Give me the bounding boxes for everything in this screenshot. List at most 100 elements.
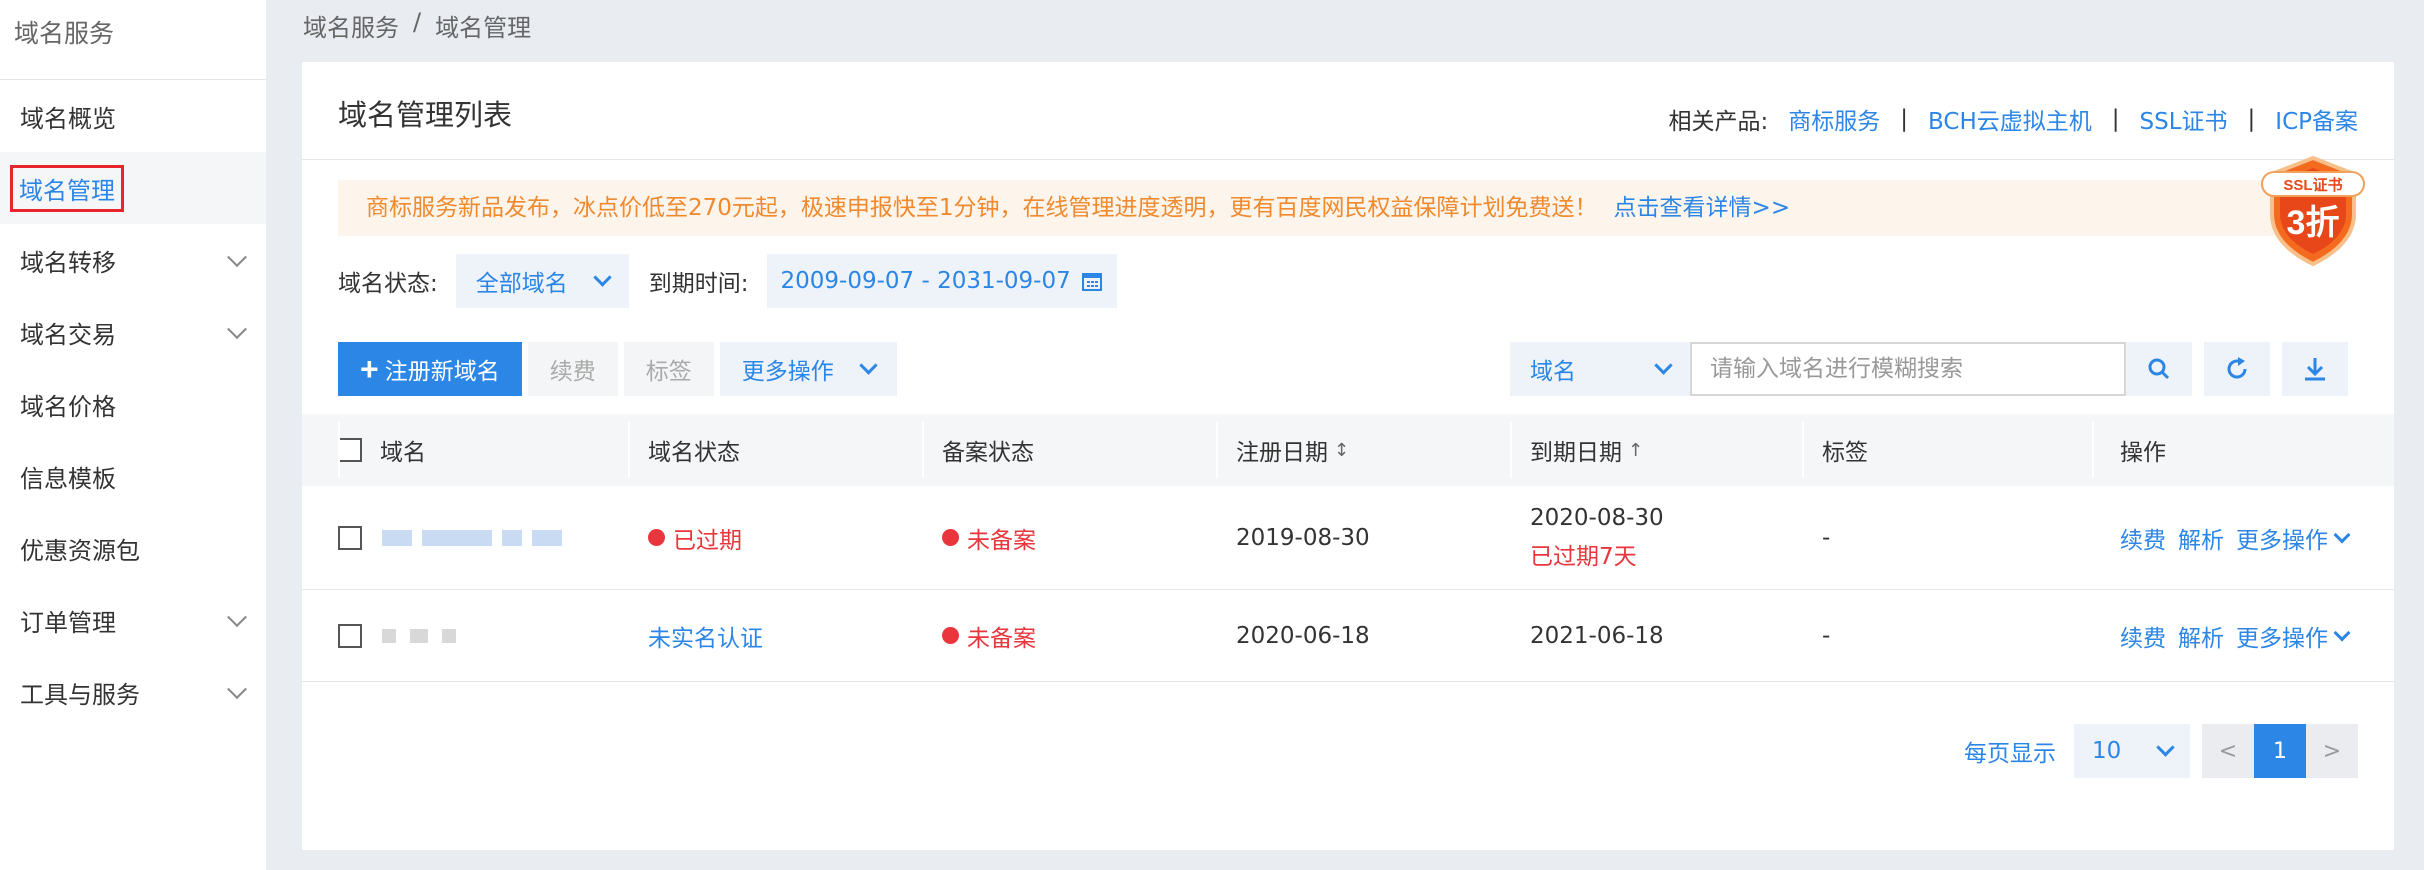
cell-exp-date: 2020-08-30 已过期7天	[1510, 486, 1802, 589]
row-spacer	[302, 486, 338, 589]
row-renew-link[interactable]: 续费	[2120, 521, 2166, 555]
related-products: 相关产品: 商标服务 | BCH云虚拟主机 | SSL证书 | ICP备案	[1669, 102, 2358, 136]
sidebar-item-discount-packages[interactable]: 优惠资源包	[0, 512, 266, 584]
search-bar: 域名	[1510, 342, 2348, 396]
row-more-actions[interactable]: 更多操作	[2236, 619, 2351, 653]
chevron-down-icon	[2333, 526, 2351, 543]
sidebar-item-domain-price[interactable]: 域名价格	[0, 368, 266, 440]
search-icon	[2148, 358, 2170, 380]
sort-icon[interactable]: ↕	[1334, 440, 1349, 461]
refresh-button[interactable]	[2204, 342, 2270, 396]
separator: |	[1900, 106, 1909, 132]
register-domain-button[interactable]: + 注册新域名	[338, 342, 522, 396]
row-more-label: 更多操作	[2236, 527, 2328, 554]
header-exp-date[interactable]: 到期日期 ↑	[1510, 414, 1802, 486]
related-link-ssl[interactable]: SSL证书	[2140, 102, 2228, 136]
search-button[interactable]	[2126, 342, 2192, 396]
main-card: 域名管理列表 相关产品: 商标服务 | BCH云虚拟主机 | SSL证书 | I…	[302, 62, 2394, 850]
related-link-icp[interactable]: ICP备案	[2275, 102, 2358, 136]
icp-dot-icon	[942, 627, 959, 644]
chevron-down-icon	[227, 607, 247, 628]
header-reg-date[interactable]: 注册日期 ↕	[1216, 414, 1510, 486]
sidebar-item-label: 域名管理	[10, 164, 124, 212]
row-spacer	[302, 590, 338, 681]
cell-actions: 续费 解析 更多操作	[2092, 590, 2362, 681]
prev-page-button[interactable]: <	[2202, 724, 2254, 778]
row-resolve-link[interactable]: 解析	[2178, 521, 2224, 555]
sidebar-item-label: 信息模板	[20, 464, 116, 493]
tag-button[interactable]: 标签	[623, 342, 714, 396]
sidebar-item-order-management[interactable]: 订单管理	[0, 584, 266, 656]
sort-asc-icon[interactable]: ↑	[1628, 440, 1643, 461]
row-renew-link[interactable]: 续费	[2120, 619, 2166, 653]
search-input[interactable]	[1690, 342, 2126, 396]
status-filter-label: 域名状态:	[338, 271, 438, 297]
sidebar-menu: 域名概览 域名管理 域名转移 域名交易 域名价格 信息模板 优惠资源包 订单管理…	[0, 80, 266, 728]
header-domain-label: 域名	[380, 440, 426, 466]
page-size-select[interactable]: 10	[2074, 724, 2190, 778]
sidebar-item-label: 优惠资源包	[20, 536, 140, 565]
status-filter-select[interactable]: 全部域名	[455, 254, 629, 308]
header-exp-date-label: 到期日期	[1530, 440, 1622, 466]
cell-icp: 未备案	[922, 486, 1216, 589]
cell-status[interactable]: 未实名认证	[628, 590, 922, 681]
row-checkbox[interactable]	[338, 525, 362, 550]
chevron-down-icon	[227, 319, 247, 340]
cell-exp-date: 2021-06-18	[1530, 622, 1664, 649]
row-more-actions[interactable]: 更多操作	[2236, 521, 2351, 555]
more-actions-button[interactable]: 更多操作	[719, 342, 897, 396]
status-text: 未实名认证	[648, 625, 763, 652]
cell-tag: -	[1822, 622, 1831, 649]
sidebar-item-tools-services[interactable]: 工具与服务	[0, 656, 266, 728]
status-text: 已过期	[673, 527, 742, 554]
icp-text: 未备案	[967, 625, 1036, 652]
sidebar-item-domain-management[interactable]: 域名管理	[0, 152, 266, 224]
cell-reg-date: 2020-06-18	[1236, 622, 1370, 649]
notice-text: 商标服务新品发布，冰点价低至270元起，极速申报快至1分钟，在线管理进度透明，更…	[366, 195, 1598, 221]
sidebar-item-domain-trading[interactable]: 域名交易	[0, 296, 266, 368]
plus-icon: +	[360, 351, 379, 387]
download-button[interactable]	[2282, 342, 2348, 396]
next-page-button[interactable]: >	[2306, 724, 2358, 778]
header-action: 操作	[2092, 414, 2362, 486]
domain-name-redacted[interactable]	[382, 628, 456, 643]
row-more-label: 更多操作	[2236, 625, 2328, 652]
header-domain: 域名	[338, 414, 628, 486]
row-actions: 续费 解析 更多操作	[2120, 521, 2351, 555]
register-domain-label: 注册新域名	[384, 358, 500, 384]
chevron-down-icon	[227, 679, 247, 700]
table-row: 未实名认证 未备案 2020-06-18 2021-06-18 - 续费 解析 …	[302, 590, 2394, 682]
badge-top-text: SSL证书	[2283, 176, 2342, 194]
icp-dot-icon	[942, 529, 959, 546]
search-field-value: 域名	[1530, 359, 1576, 385]
search-field-select[interactable]: 域名	[1510, 342, 1690, 396]
breadcrumb-root[interactable]: 域名服务	[303, 8, 399, 43]
chevron-down-icon	[1654, 355, 1673, 375]
domain-name-redacted[interactable]	[382, 529, 562, 546]
row-resolve-link[interactable]: 解析	[2178, 619, 2224, 653]
notice-details-link[interactable]: 点击查看详情>>	[1614, 195, 1791, 221]
related-link-trademark[interactable]: 商标服务	[1788, 102, 1880, 136]
select-all-checkbox[interactable]	[338, 438, 362, 462]
related-link-bch[interactable]: BCH云虚拟主机	[1928, 102, 2092, 136]
page-title: 域名管理列表	[338, 98, 513, 132]
domain-table: 域名 域名状态 备案状态 注册日期 ↕ 到期日期 ↑ 标签 操作 已过期 未备案…	[302, 414, 2394, 682]
row-checkbox[interactable]	[338, 623, 362, 648]
header-status: 域名状态	[628, 414, 922, 486]
cell-actions: 续费 解析 更多操作	[2092, 486, 2362, 589]
download-icon	[2305, 358, 2325, 381]
page-size-value: 10	[2092, 738, 2122, 764]
sidebar-item-label: 域名交易	[20, 320, 116, 349]
breadcrumb-separator: /	[413, 8, 422, 36]
calendar-icon	[1081, 273, 1102, 291]
sidebar-item-label: 订单管理	[20, 608, 116, 637]
date-range-picker[interactable]: 2009-09-07 - 2031-09-07	[766, 254, 1117, 308]
cell-icp: 未备案	[922, 590, 1216, 681]
ssl-discount-badge[interactable]: SSL证书 3折	[2254, 152, 2372, 270]
sidebar-item-domain-transfer[interactable]: 域名转移	[0, 224, 266, 296]
renew-button[interactable]: 续费	[527, 342, 618, 396]
sidebar-item-info-template[interactable]: 信息模板	[0, 440, 266, 512]
sidebar-item-overview[interactable]: 域名概览	[0, 80, 266, 152]
header-reg-date-label: 注册日期	[1236, 440, 1328, 466]
page-1-button[interactable]: 1	[2254, 724, 2306, 778]
